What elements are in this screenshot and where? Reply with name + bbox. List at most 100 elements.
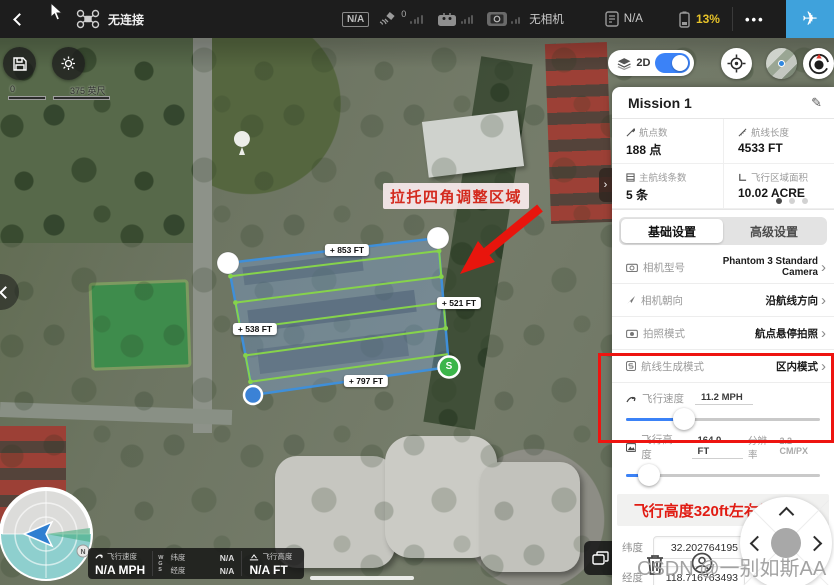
- edge-length-right: + 521 FT: [437, 297, 481, 309]
- speed-slider[interactable]: [626, 408, 820, 430]
- flight-speed-icon: [626, 394, 637, 404]
- tele-lon-label: 经度: [170, 565, 185, 576]
- aircraft-status-icon: [604, 11, 620, 27]
- map-settings-button[interactable]: [52, 47, 85, 80]
- tele-speed-label: 飞行速度: [107, 551, 137, 562]
- nudge-up-button[interactable]: [779, 507, 795, 523]
- tab-advanced-settings[interactable]: 高级设置: [723, 219, 825, 243]
- setting-camera-heading[interactable]: 相机朝向 沿航线方向›: [612, 284, 834, 317]
- battery-percent: 13%: [696, 12, 720, 26]
- connection-status: 无连接: [108, 11, 144, 28]
- back-chevron-icon: [13, 13, 26, 26]
- chevron-right-icon: ›: [821, 260, 826, 275]
- panel-collapse-handle[interactable]: ›: [599, 168, 612, 202]
- gear-icon: [60, 55, 77, 72]
- compass-calibration-button[interactable]: [803, 48, 834, 79]
- edge-length-top: + 853 FT: [325, 244, 369, 256]
- tele-lat-value: N/A: [220, 553, 235, 563]
- layers-icon: [592, 551, 610, 566]
- tele-lat-label: 纬度: [170, 552, 185, 563]
- view-2d-toggle[interactable]: [655, 53, 690, 73]
- top-status-bar: 无连接 N/A 0 无相机 N/A 13% ••• ✈: [0, 0, 834, 38]
- speed-label: 飞行速度: [642, 391, 684, 406]
- save-mission-button[interactable]: [3, 47, 36, 80]
- annotation-arrow: [460, 208, 540, 274]
- tab-basic-settings[interactable]: 基础设置: [621, 219, 723, 243]
- nudge-right-button[interactable]: [807, 536, 823, 552]
- waypoint-icon: [626, 128, 635, 137]
- view-mode-label: 2D: [636, 57, 650, 69]
- stats-page-dots[interactable]: [776, 198, 808, 204]
- nudge-left-button[interactable]: [750, 536, 766, 552]
- route-length-icon: [738, 128, 747, 137]
- save-icon: [12, 56, 28, 72]
- map-pin: [234, 131, 250, 155]
- layers-stack-icon: [617, 57, 631, 70]
- tutorial-annotation: 拉托四角调整区域: [383, 183, 529, 209]
- compass-icon: [808, 53, 830, 75]
- mission-title: Mission 1: [628, 95, 692, 111]
- chevron-right-icon: ›: [821, 359, 826, 374]
- stat-main-lines: 主航线条数 5 条: [612, 164, 723, 209]
- altitude-icon: [249, 553, 259, 561]
- svg-text:N: N: [80, 549, 85, 556]
- tele-speed-value: N/A MPH: [95, 563, 145, 577]
- minimap-button[interactable]: [766, 48, 797, 79]
- lines-icon: [626, 173, 635, 182]
- mission-panel: › Mission 1 ✎ 航点数 188 点 航线长度 4533 FT 主航线…: [612, 87, 834, 585]
- tele-alt-value: N/A FT: [249, 563, 295, 577]
- telemetry-bar: 飞行速度 N/A MPH WGS 纬度N/A 经度N/A 飞行高度 N/A FT: [88, 548, 304, 579]
- altitude-slider-knob[interactable]: [638, 464, 660, 486]
- airplane-icon: ✈: [802, 8, 818, 31]
- stat-waypoints: 航点数 188 点: [612, 119, 723, 164]
- altitude-label: 飞行高度: [641, 432, 680, 462]
- resolution-label: 分辨率: [748, 433, 775, 461]
- corner-handle-topleft[interactable]: [217, 252, 239, 274]
- gps-count: 0: [401, 9, 406, 19]
- back-button[interactable]: [0, 0, 38, 38]
- camera-icon: [626, 263, 638, 272]
- heading-arrow-icon: [626, 295, 636, 305]
- edit-mission-icon[interactable]: ✎: [811, 95, 822, 111]
- flight-altitude-icon: [626, 443, 636, 452]
- altitude-value: 164.0 FT: [692, 435, 744, 459]
- altitude-slider-row: 飞行高度 164.0 FT 分辨率2.2 CM/PX: [612, 430, 834, 486]
- setting-route-mode[interactable]: 航线生成模式 区内模式›: [612, 350, 834, 383]
- camera-status: 无相机: [529, 11, 564, 27]
- camera-signal-icon: [490, 14, 504, 24]
- setting-camera-model[interactable]: 相机型号 Phantom 3 Standard Camera›: [612, 251, 834, 284]
- chevron-right-icon: ›: [821, 293, 826, 308]
- gps-signal-bars: [410, 14, 423, 24]
- watermark: CSDN @一别如斯AA: [637, 552, 826, 581]
- start-flight-button[interactable]: ✈: [786, 0, 834, 38]
- speed-slider-knob[interactable]: [673, 408, 695, 430]
- tele-lon-value: N/A: [220, 566, 235, 576]
- minimap-dot: [778, 60, 785, 67]
- stat-route-length: 航线长度 4533 FT: [723, 119, 834, 164]
- home-indicator: [310, 576, 414, 580]
- setting-photo-mode[interactable]: 拍照模式 航点悬停拍照›: [612, 317, 834, 350]
- view-mode-pill[interactable]: 2D: [608, 50, 694, 76]
- altitude-slider[interactable]: [626, 464, 820, 486]
- battery-icon: [677, 11, 692, 28]
- chevron-right-icon: ›: [821, 326, 826, 341]
- chevron-right-icon: ›: [604, 179, 608, 191]
- resolution-value: 2.2 CM/PX: [780, 436, 820, 456]
- corner-handle-topright[interactable]: [427, 227, 449, 249]
- flight-sliders: 飞行速度 11.2 MPH 飞行高度 164.0 FT 分辨率2.2 CM/PX: [612, 383, 834, 486]
- attitude-compass: N: [1, 489, 91, 579]
- drone-icon: [76, 9, 100, 29]
- aircraft-status-value: N/A: [624, 13, 643, 25]
- start-point-label: S: [446, 361, 453, 372]
- speed-slider-row: 飞行速度 11.2 MPH: [612, 389, 834, 430]
- more-menu-button[interactable]: •••: [745, 12, 765, 27]
- scale-start-label: 0: [10, 84, 15, 94]
- photo-mode-icon: [626, 329, 638, 338]
- speed-icon: [95, 552, 104, 561]
- speed-value: 11.2 MPH: [695, 392, 753, 405]
- mission-header: Mission 1 ✎: [612, 87, 834, 119]
- tele-alt-label: 飞行高度: [262, 551, 292, 562]
- corner-handle-bottomleft[interactable]: [244, 386, 262, 404]
- chevron-left-icon: [0, 286, 11, 299]
- locate-me-button[interactable]: [721, 48, 752, 79]
